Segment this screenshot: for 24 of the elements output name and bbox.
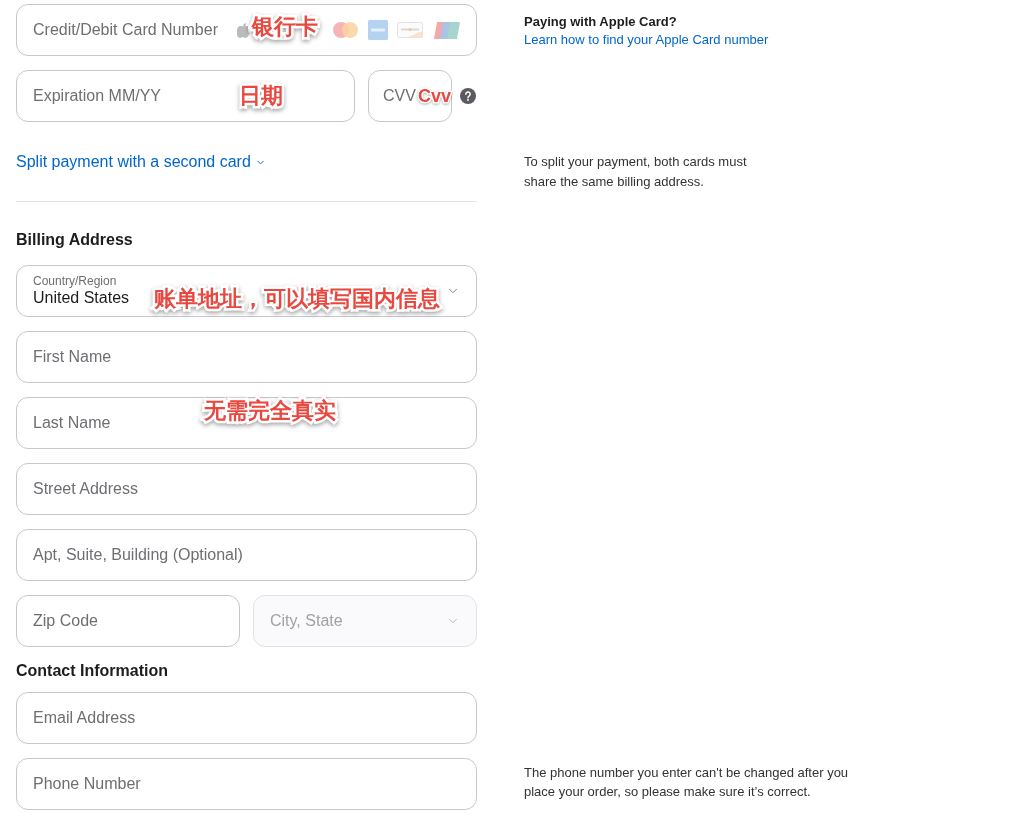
text-input-field[interactable]: Street Address (16, 463, 477, 515)
annotation-label: Cvv (417, 85, 451, 108)
text-input-field[interactable]: Phone Number (16, 758, 477, 810)
striped-card-icon (434, 21, 460, 39)
apple-card-help-link[interactable]: Learn how to find your Apple Card number (524, 31, 769, 49)
phone-number-note: The phone number you enter can't be changed after you place your order, so please make sure it’s correct. (524, 764, 850, 801)
annotation-label: 银行卡 (252, 13, 318, 41)
square-card-icon (368, 20, 388, 40)
apple-card-heading: Paying with Apple Card? (524, 13, 677, 31)
text-input-field[interactable]: Zip Code (16, 595, 240, 647)
split-payment-note: To split your payment, both cards must share the same billing address. (524, 153, 748, 191)
annotation-label: 无需完全真实 (204, 398, 336, 424)
apple-icon (237, 22, 250, 38)
overlapping-circles-icon (333, 22, 358, 38)
annotation-label: 日期 (239, 82, 283, 110)
annotation-label: 账单地址，可以填写国内信息 (154, 285, 440, 313)
help-icon[interactable] (460, 88, 476, 104)
text-input-field[interactable]: Apt, Suite, Building (Optional) (16, 529, 477, 581)
text-input-field[interactable]: Email Address (16, 692, 477, 744)
text-input-field[interactable]: First Name (16, 331, 477, 383)
contact-information-heading: Contact Information (16, 661, 168, 681)
billing-address-heading: Billing Address (16, 230, 133, 250)
card-icon (397, 22, 423, 38)
split-payment-link[interactable]: Split payment with a second card (16, 152, 266, 172)
